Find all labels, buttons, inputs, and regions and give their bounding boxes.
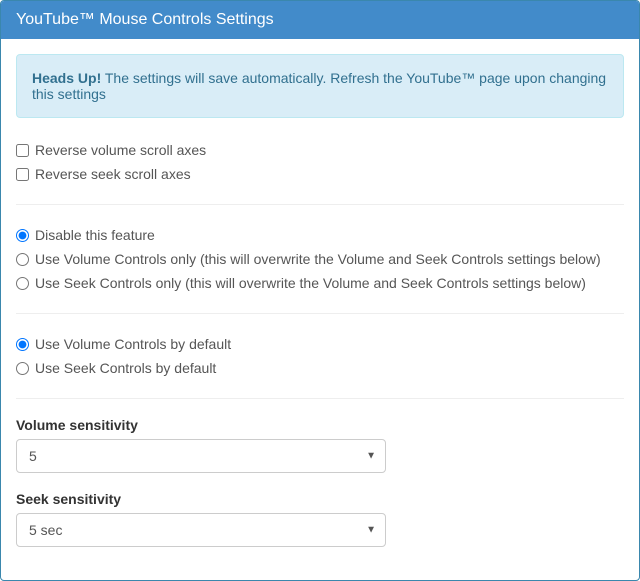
volume-only-radio[interactable] [16,253,29,266]
seek-sensitivity-label: Seek sensitivity [16,491,624,507]
default-seek-row[interactable]: Use Seek Controls by default [16,356,624,380]
seek-sensitivity-select[interactable]: 5 sec [16,513,386,547]
default-volume-label: Use Volume Controls by default [35,334,231,354]
alert-strong: Heads Up! [32,70,101,86]
seek-only-label: Use Seek Controls only (this will overwr… [35,273,586,293]
seek-sensitivity-select-wrap: 5 sec ▼ [16,513,386,547]
default-volume-row[interactable]: Use Volume Controls by default [16,332,624,356]
panel-heading: YouTube™ Mouse Controls Settings [1,1,639,39]
divider [16,398,624,399]
volume-sensitivity-label: Volume sensitivity [16,417,624,433]
reverse-seek-row[interactable]: Reverse seek scroll axes [16,162,624,186]
reverse-volume-row[interactable]: Reverse volume scroll axes [16,138,624,162]
volume-sensitivity-select[interactable]: 5 [16,439,386,473]
panel-body: Heads Up! The settings will save automat… [1,39,639,580]
seek-only-row[interactable]: Use Seek Controls only (this will overwr… [16,271,624,295]
settings-panel: YouTube™ Mouse Controls Settings Heads U… [0,0,640,581]
reverse-seek-label: Reverse seek scroll axes [35,164,191,184]
volume-only-label: Use Volume Controls only (this will over… [35,249,601,269]
default-seek-label: Use Seek Controls by default [35,358,216,378]
reverse-volume-checkbox[interactable] [16,144,29,157]
seek-only-radio[interactable] [16,277,29,290]
panel-title: YouTube™ Mouse Controls Settings [16,11,274,28]
default-volume-radio[interactable] [16,338,29,351]
disable-feature-radio[interactable] [16,229,29,242]
reverse-seek-checkbox[interactable] [16,168,29,181]
divider [16,313,624,314]
volume-only-row[interactable]: Use Volume Controls only (this will over… [16,247,624,271]
disable-feature-label: Disable this feature [35,225,155,245]
disable-feature-row[interactable]: Disable this feature [16,223,624,247]
alert-text: The settings will save automatically. Re… [32,70,606,102]
volume-sensitivity-select-wrap: 5 ▼ [16,439,386,473]
divider [16,204,624,205]
default-seek-radio[interactable] [16,362,29,375]
reverse-volume-label: Reverse volume scroll axes [35,140,206,160]
info-alert: Heads Up! The settings will save automat… [16,54,624,118]
